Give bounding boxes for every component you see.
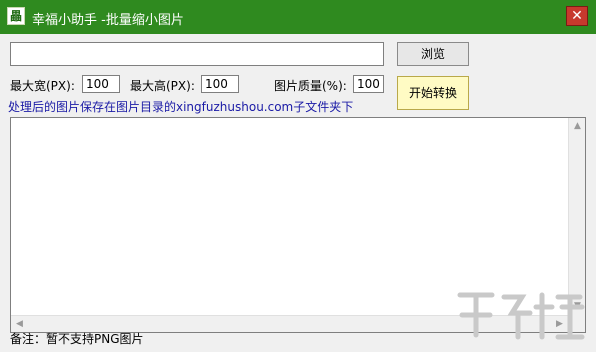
max-width-label: 最大宽(PX): — [10, 79, 75, 93]
quality-input[interactable] — [353, 75, 384, 93]
max-width-input[interactable] — [82, 75, 120, 93]
max-height-input[interactable] — [201, 75, 239, 93]
save-location-note: 处理后的图片保存在图片目录的xingfuzhushou.com子文件夹下 — [8, 100, 354, 114]
browse-button[interactable]: 浏览 — [397, 42, 469, 66]
quality-label: 图片质量(%): — [274, 79, 347, 93]
close-button[interactable]: ✕ — [566, 6, 588, 26]
title-bar[interactable]: 畾 幸福小助手 -批量缩小图片 ✕ — [0, 0, 596, 34]
scroll-up-icon[interactable]: ▲ — [569, 118, 586, 135]
path-input[interactable] — [10, 42, 384, 66]
footer-note: 备注：暂不支持PNG图片 — [10, 332, 144, 346]
app-window: 畾 幸福小助手 -批量缩小图片 ✕ 浏览 最大宽(PX): 最大高(PX): 图… — [0, 0, 596, 352]
window-title: 幸福小助手 -批量缩小图片 — [32, 13, 184, 28]
start-convert-button[interactable]: 开始转换 — [397, 76, 469, 110]
max-height-label: 最大高(PX): — [130, 79, 195, 93]
app-icon: 畾 — [7, 7, 25, 25]
watermark-logo — [457, 292, 585, 340]
